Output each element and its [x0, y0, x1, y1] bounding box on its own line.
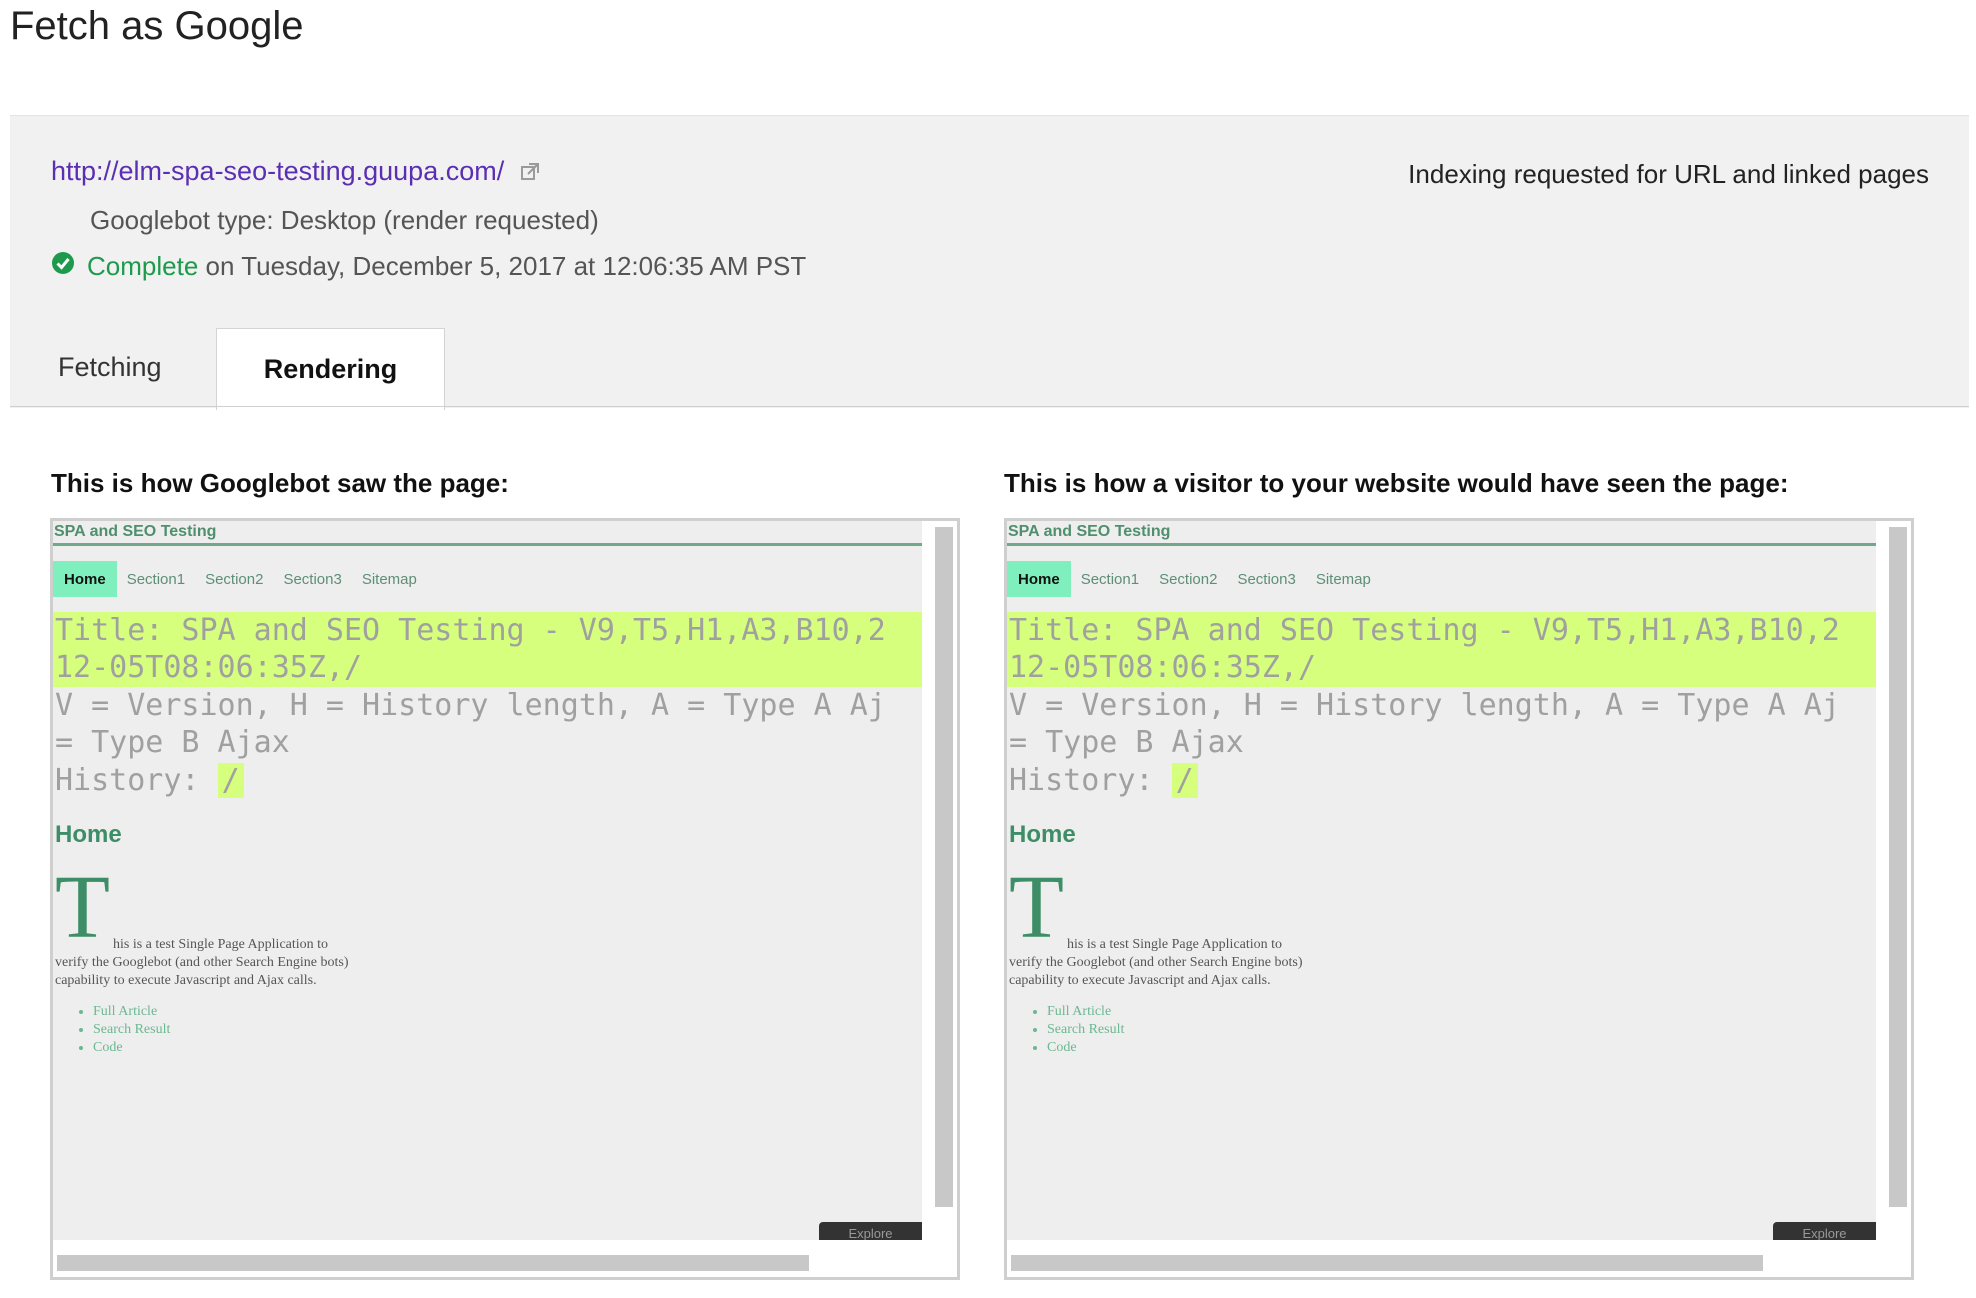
nav-home: Home	[53, 561, 117, 597]
explore-button: Explore	[1773, 1222, 1876, 1240]
link-full-article: Full Article	[93, 1003, 170, 1021]
title-line-1: Title: SPA and SEO Testing - V9,T5,H1,A3…	[55, 613, 886, 648]
site-name: SPA and SEO Testing	[1008, 523, 1171, 540]
body-line-3: capability to execute Javascript and Aja…	[55, 973, 317, 988]
tab-rendering-label: Rendering	[263, 354, 398, 384]
indexing-status: Indexing requested for URL and linked pa…	[1408, 159, 1929, 189]
fetched-url-link[interactable]: http://elm-spa-seo-testing.guupa.com/	[51, 156, 504, 187]
body-line-3: capability to execute Javascript and Aja…	[1009, 973, 1271, 988]
horizontal-scrollbar[interactable]	[1011, 1255, 1763, 1271]
link-code: Code	[1047, 1039, 1124, 1057]
legend-line-1: V = Version, H = History length, A = Typ…	[55, 688, 886, 723]
site-nav: Home Section1 Section2 Section3 Sitemap	[53, 561, 427, 597]
legend-line-1: V = Version, H = History length, A = Typ…	[1009, 688, 1840, 723]
fetch-status: Complete on Tuesday, December 5, 2017 at…	[51, 251, 806, 282]
nav-section3: Section3	[283, 570, 342, 588]
home-heading: Home	[1009, 821, 1076, 848]
googlebot-type: Googlebot type: Desktop (render requeste…	[90, 205, 599, 235]
horizontal-scrollbar[interactable]	[57, 1255, 809, 1271]
nav-section1: Section1	[126, 570, 186, 588]
nav-home: Home	[1007, 561, 1071, 597]
article-links: Full Article Search Result Code	[1027, 1003, 1124, 1057]
site-name: SPA and SEO Testing	[54, 523, 217, 540]
link-code: Code	[93, 1039, 170, 1057]
vertical-scrollbar[interactable]	[935, 527, 953, 1207]
vertical-scrollbar[interactable]	[1889, 527, 1907, 1207]
status-complete: Complete	[87, 251, 199, 281]
nav-sitemap: Sitemap	[361, 570, 417, 588]
tab-divider	[10, 406, 1969, 407]
history-label: History:	[1009, 763, 1172, 798]
legend-line-2: = Type B Ajax	[55, 725, 290, 760]
header-rule	[1007, 543, 1876, 546]
drop-cap: T	[55, 858, 110, 957]
history-value: /	[1171, 763, 1198, 798]
googlebot-render-frame: SPA and SEO Testing Home Section1 Sectio…	[50, 518, 960, 1280]
nav-section1: Section1	[1080, 570, 1140, 588]
title-line-1: Title: SPA and SEO Testing - V9,T5,H1,A3…	[1009, 613, 1840, 648]
link-search-result: Search Result	[93, 1021, 170, 1039]
header-rule	[53, 543, 922, 546]
status-timestamp: on Tuesday, December 5, 2017 at 12:06:35…	[205, 251, 807, 281]
history-label: History:	[55, 763, 218, 798]
title-line-2: 12-05T08:06:35Z,/	[1009, 650, 1317, 685]
history-line: History: /	[1009, 763, 1198, 798]
visitor-render-title: This is how a visitor to your website wo…	[1004, 468, 1789, 498]
fetch-summary-panel: http://elm-spa-seo-testing.guupa.com/ Go…	[10, 115, 1969, 410]
external-link-icon[interactable]	[520, 162, 540, 182]
site-nav: Home Section1 Section2 Section3 Sitemap	[1007, 561, 1381, 597]
page-title: Fetch as Google	[10, 4, 304, 48]
link-full-article: Full Article	[1047, 1003, 1124, 1021]
rendered-page-screenshot: SPA and SEO Testing Home Section1 Sectio…	[1007, 521, 1876, 1240]
visitor-render-frame: SPA and SEO Testing Home Section1 Sectio…	[1004, 518, 1914, 1280]
drop-cap: T	[1009, 858, 1064, 957]
nav-section2: Section2	[1159, 570, 1218, 588]
explore-button: Explore	[819, 1222, 922, 1240]
nav-section3: Section3	[1237, 570, 1296, 588]
home-heading: Home	[55, 821, 122, 848]
body-line-1: his is a test Single Page Application to	[113, 937, 329, 952]
nav-section2: Section2	[205, 570, 264, 588]
article-links: Full Article Search Result Code	[73, 1003, 170, 1057]
googlebot-render-title: This is how Googlebot saw the page:	[51, 468, 509, 498]
history-line: History: /	[55, 763, 244, 798]
legend-line-2: = Type B Ajax	[1009, 725, 1244, 760]
body-line-1: his is a test Single Page Application to	[1067, 937, 1283, 952]
body-line-2: verify the Googlebot (and other Search E…	[1009, 955, 1303, 970]
title-line-2: 12-05T08:06:35Z,/	[55, 650, 363, 685]
url-row: http://elm-spa-seo-testing.guupa.com/	[51, 156, 540, 187]
tab-rendering[interactable]: Rendering	[216, 328, 445, 410]
tab-fetching[interactable]: Fetching	[58, 352, 162, 383]
history-value: /	[217, 763, 244, 798]
body-line-2: verify the Googlebot (and other Search E…	[55, 955, 349, 970]
link-search-result: Search Result	[1047, 1021, 1124, 1039]
nav-sitemap: Sitemap	[1315, 570, 1371, 588]
check-circle-icon	[51, 251, 75, 282]
rendered-page-screenshot: SPA and SEO Testing Home Section1 Sectio…	[53, 521, 922, 1240]
